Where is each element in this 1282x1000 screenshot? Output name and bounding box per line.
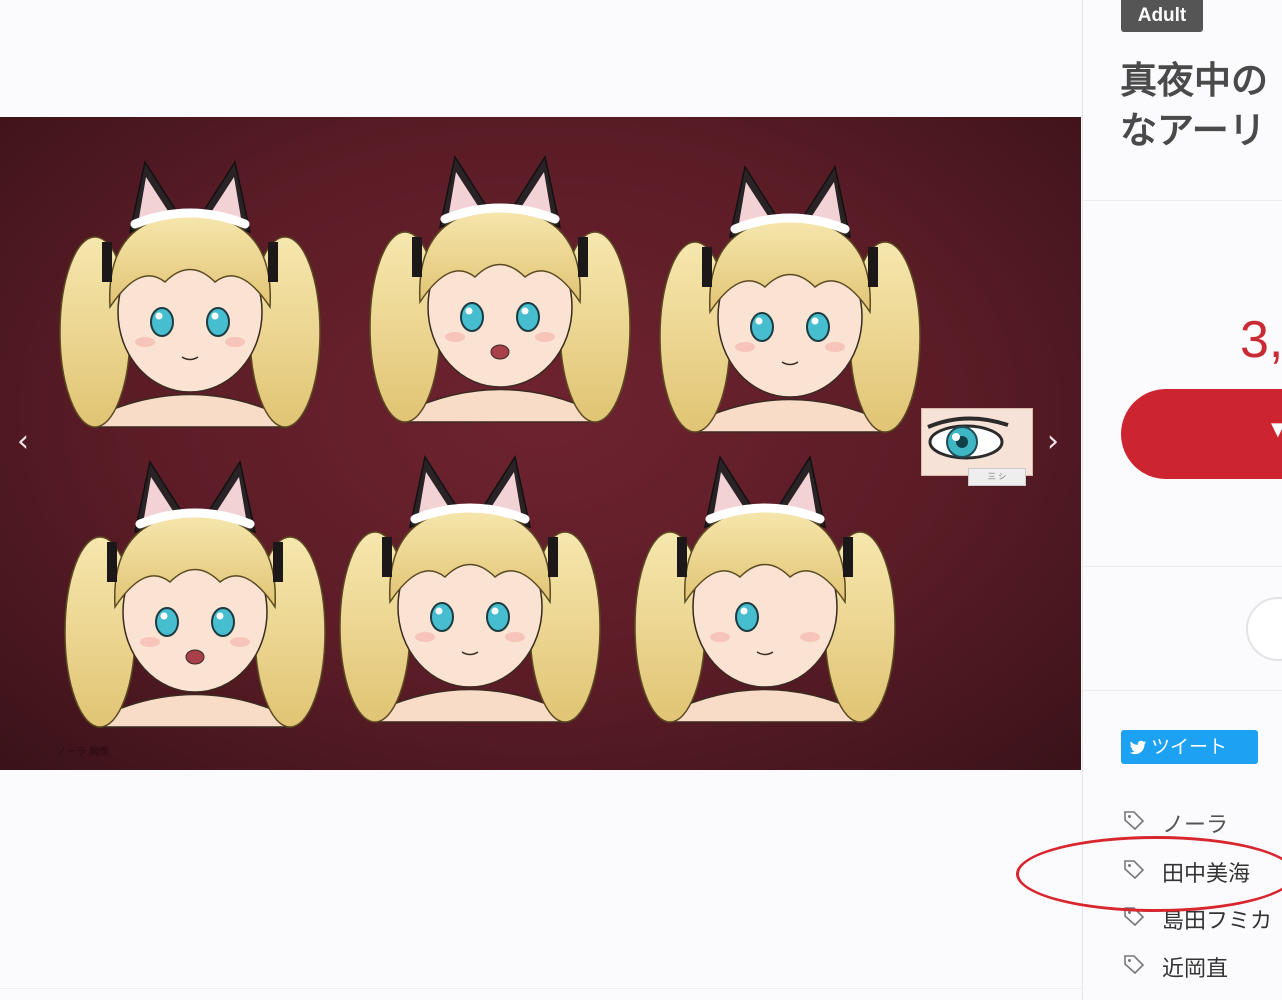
tag-icon <box>1122 806 1148 846</box>
tag-link[interactable]: 島田フミカ <box>1122 902 1282 942</box>
tag-label: 田中美海 <box>1162 862 1251 887</box>
tag-label: 島田フミカ <box>1162 909 1273 934</box>
section-divider <box>1083 566 1282 567</box>
character-head <box>59 160 321 428</box>
add-to-cart-button[interactable]: ▼ <box>1121 389 1282 479</box>
favorite-button[interactable] <box>1246 597 1282 661</box>
character-head <box>64 460 326 728</box>
character-head <box>634 455 896 723</box>
sheet-credit-text: ノーラ 胸像 <box>56 747 110 758</box>
tag-link[interactable]: 田中美海 <box>1122 855 1282 895</box>
tag-icon <box>1122 855 1148 895</box>
tag-icon <box>1122 902 1148 942</box>
content-bottom-divider <box>0 988 1082 989</box>
character-head <box>369 155 631 423</box>
product-price: 3, <box>1240 311 1282 369</box>
product-title-line-1: 真夜中の <box>1120 59 1268 102</box>
tweet-label: ツイート <box>1151 736 1228 758</box>
eye-detail-label: 三 シ <box>968 468 1026 486</box>
section-divider <box>1083 200 1282 201</box>
tag-label: 近岡直 <box>1162 957 1229 982</box>
twitter-bird-icon <box>1129 740 1147 755</box>
tag-label: ノーラ <box>1162 813 1229 838</box>
product-image-gallery[interactable]: ‹ › ノーラ 胸像 <box>0 117 1081 770</box>
tweet-button[interactable]: ツイート <box>1121 730 1258 764</box>
chevron-left-icon: ‹ <box>17 424 29 459</box>
section-divider <box>1083 690 1282 691</box>
gallery-prev-button[interactable]: ‹ <box>8 427 38 457</box>
chevron-right-icon: › <box>1047 424 1059 459</box>
cart-icon: ▼ <box>1271 419 1282 440</box>
character-head <box>659 165 921 433</box>
tag-link[interactable]: ノーラ <box>1122 806 1282 846</box>
column-divider <box>1082 0 1083 1000</box>
tag-icon <box>1122 950 1148 990</box>
tag-link[interactable]: 近岡直 <box>1122 950 1282 990</box>
gallery-next-button[interactable]: › <box>1038 427 1068 457</box>
character-head <box>339 455 601 723</box>
product-title-line-2: なアーリ <box>1120 109 1266 152</box>
eye-detail-image <box>921 408 1033 476</box>
adult-badge: Adult <box>1121 0 1203 32</box>
character-sheet-image <box>59 155 921 728</box>
